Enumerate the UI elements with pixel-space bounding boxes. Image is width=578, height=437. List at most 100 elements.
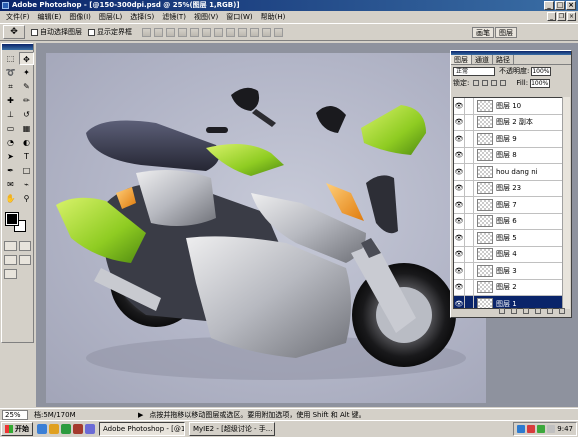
opacity-input[interactable]: 100% xyxy=(531,66,552,76)
distribute-vcenter-icon[interactable] xyxy=(226,27,235,37)
doc-close-button[interactable]: × xyxy=(567,12,576,21)
healing-brush-tool-icon[interactable]: ✚ xyxy=(3,94,18,107)
link-toggle[interactable] xyxy=(464,147,474,163)
link-toggle[interactable] xyxy=(464,279,474,295)
task-photoshop[interactable]: Adobe Photoshop - [@15... xyxy=(99,422,185,436)
tab-layers[interactable]: 图层 xyxy=(451,55,472,64)
standard-screen-mode-icon[interactable] xyxy=(4,255,17,265)
move-tool-preset-icon[interactable]: ✥ xyxy=(3,25,25,39)
palette-well-layers-tab[interactable]: 图层 xyxy=(495,27,517,38)
maximize-button[interactable]: □ xyxy=(555,1,565,10)
desktop-icon[interactable] xyxy=(61,424,71,434)
tab-paths[interactable]: 路径 xyxy=(493,55,514,64)
link-toggle[interactable] xyxy=(464,180,474,196)
new-layer-icon[interactable] xyxy=(547,308,553,314)
quick-mask-mode-icon[interactable] xyxy=(18,241,31,251)
eye-icon[interactable]: 👁 xyxy=(454,118,464,126)
clone-stamp-tool-icon[interactable]: ⊥ xyxy=(3,108,18,121)
brush-tool-icon[interactable]: ✏ xyxy=(19,94,34,107)
shape-tool-icon[interactable]: □ xyxy=(19,164,34,177)
blend-mode-select[interactable]: 正常 xyxy=(453,66,495,76)
title-bar[interactable]: Adobe Photoshop - [@150-300dpi.psd @ 25%… xyxy=(0,0,578,11)
type-tool-icon[interactable]: T xyxy=(19,150,34,163)
trash-icon[interactable] xyxy=(559,308,565,314)
align-top-icon[interactable] xyxy=(142,27,151,37)
notes-tool-icon[interactable]: ✉ xyxy=(3,178,18,191)
menu-image[interactable]: 图像(I) xyxy=(65,11,95,23)
app-icon[interactable] xyxy=(73,424,83,434)
menu-file[interactable]: 文件(F) xyxy=(2,11,34,23)
layer-set-icon[interactable] xyxy=(523,308,529,314)
layer-row[interactable]: 👁 图层 7 xyxy=(454,197,562,214)
path-selection-tool-icon[interactable]: ➤ xyxy=(3,150,18,163)
link-toggle[interactable] xyxy=(464,98,474,114)
distribute-right-icon[interactable] xyxy=(274,27,283,37)
explorer-icon[interactable] xyxy=(49,424,59,434)
zoom-tool-icon[interactable]: ⚲ xyxy=(19,192,34,205)
align-right-icon[interactable] xyxy=(202,27,211,37)
ie-icon[interactable] xyxy=(37,424,47,434)
lock-pixels-icon[interactable] xyxy=(482,80,489,86)
layer-row[interactable]: 👁 图层 8 xyxy=(454,147,562,164)
clock[interactable]: 9:47 xyxy=(557,425,573,433)
eye-icon[interactable]: 👁 xyxy=(454,234,464,242)
app-icon[interactable] xyxy=(85,424,95,434)
gradient-tool-icon[interactable]: ▦ xyxy=(19,122,34,135)
eye-icon[interactable]: 👁 xyxy=(454,102,464,110)
eye-icon[interactable]: 👁 xyxy=(454,250,464,258)
align-left-icon[interactable] xyxy=(178,27,187,37)
link-toggle[interactable] xyxy=(464,131,474,147)
align-bottom-icon[interactable] xyxy=(166,27,175,37)
distribute-left-icon[interactable] xyxy=(250,27,259,37)
distribute-top-icon[interactable] xyxy=(214,27,223,37)
move-tool-icon[interactable]: ✥ xyxy=(19,52,34,65)
tray-icon[interactable] xyxy=(537,425,546,433)
align-vcenter-icon[interactable] xyxy=(154,27,163,37)
eye-icon[interactable]: 👁 xyxy=(454,283,464,291)
full-screen-menu-mode-icon[interactable] xyxy=(18,255,31,265)
layer-row[interactable]: 👁 图层 2 xyxy=(454,279,562,296)
lock-transparency-icon[interactable] xyxy=(473,80,480,86)
task-myie2[interactable]: MyIE2 - [超级讨论 - 手... xyxy=(189,422,275,436)
tab-channels[interactable]: 通道 xyxy=(472,55,493,64)
standard-mode-icon[interactable] xyxy=(4,241,17,251)
start-button[interactable]: 开始 xyxy=(1,422,33,436)
layer-row[interactable]: 👁 hou dang ni xyxy=(454,164,562,181)
hand-tool-icon[interactable]: ✋ xyxy=(3,192,18,205)
crop-tool-icon[interactable]: ⌗ xyxy=(3,80,18,93)
layer-row[interactable]: 👁 图层 4 xyxy=(454,246,562,263)
eye-icon[interactable]: 👁 xyxy=(454,135,464,143)
layer-row[interactable]: 👁 图层 5 xyxy=(454,230,562,247)
eye-icon[interactable]: 👁 xyxy=(454,151,464,159)
dodge-tool-icon[interactable]: ◐ xyxy=(19,136,34,149)
eyedropper-tool-icon[interactable]: ⌁ xyxy=(19,178,34,191)
tray-icon[interactable] xyxy=(527,425,536,433)
show-bounding-box-checkbox[interactable]: 显示定界框 xyxy=(88,27,132,37)
checkbox-box[interactable] xyxy=(88,28,95,36)
auto-select-layer-checkbox[interactable]: 自动选择图层 xyxy=(31,27,82,37)
layer-row[interactable]: 👁 图层 10 xyxy=(454,98,562,115)
link-toggle[interactable] xyxy=(464,164,474,180)
eye-icon[interactable]: 👁 xyxy=(454,217,464,225)
eye-icon[interactable]: 👁 xyxy=(454,184,464,192)
eye-icon[interactable]: 👁 xyxy=(454,267,464,275)
layer-mask-icon[interactable] xyxy=(511,308,517,314)
magic-wand-tool-icon[interactable]: ✦ xyxy=(19,66,34,79)
lock-position-icon[interactable] xyxy=(491,80,498,86)
menu-select[interactable]: 选择(S) xyxy=(126,11,158,23)
marquee-tool-icon[interactable]: ⬚ xyxy=(3,52,18,65)
zoom-field[interactable]: 25% xyxy=(2,409,28,420)
align-hcenter-icon[interactable] xyxy=(190,27,199,37)
layer-row[interactable]: 👁 图层 23 xyxy=(454,180,562,197)
layer-style-icon[interactable] xyxy=(499,308,505,314)
document-canvas[interactable] xyxy=(46,53,486,403)
menu-window[interactable]: 窗口(W) xyxy=(222,11,256,23)
eye-icon[interactable]: 👁 xyxy=(454,300,464,308)
slice-tool-icon[interactable]: ✎ xyxy=(19,80,34,93)
layer-row[interactable]: 👁 图层 3 xyxy=(454,263,562,280)
checkbox-box[interactable] xyxy=(31,28,38,36)
link-toggle[interactable] xyxy=(464,246,474,262)
pen-tool-icon[interactable]: ✒ xyxy=(3,164,18,177)
link-toggle[interactable] xyxy=(464,114,474,130)
eye-icon[interactable]: 👁 xyxy=(454,168,464,176)
